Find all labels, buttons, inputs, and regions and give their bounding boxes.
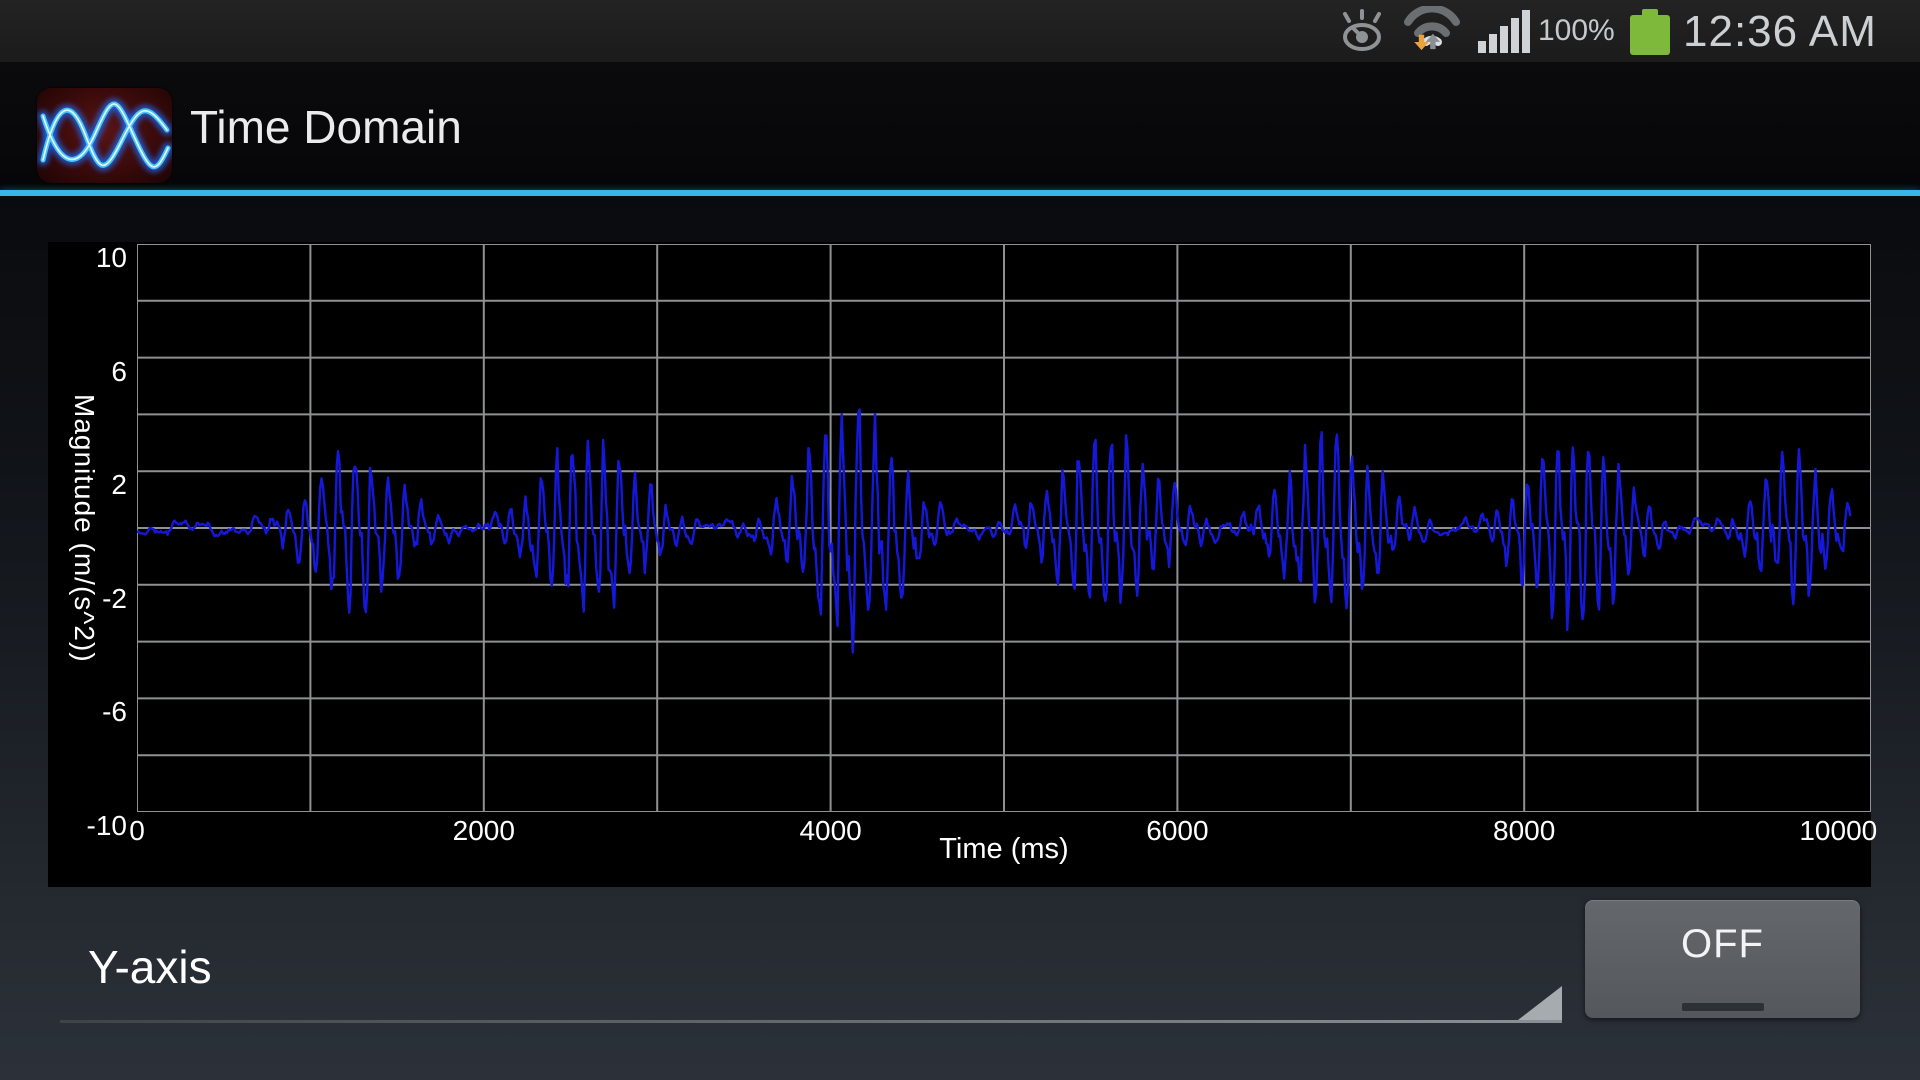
status-bar: 100% 12:36 AM (0, 0, 1920, 62)
action-bar: Time Domain (0, 62, 1920, 190)
battery-icon (1630, 9, 1670, 55)
spinner-dropdown-triangle-icon (1518, 986, 1562, 1020)
clock: 12:36 AM (1683, 0, 1877, 62)
y-tick-label: -10 (48, 811, 127, 841)
toggle-state-indicator (1682, 1003, 1764, 1011)
battery-percent: 100% (1538, 0, 1615, 62)
spinner-selected-value: Y-axis (88, 940, 212, 994)
y-tick-label: -2 (48, 584, 127, 614)
android-screen: 100% 12:36 AM Time Domain (0, 0, 1920, 1080)
app-icon (37, 88, 172, 183)
off-toggle-button[interactable]: OFF (1585, 900, 1860, 1018)
time-domain-plot (137, 244, 1871, 812)
toggle-label: OFF (1585, 922, 1860, 967)
spinner-underline (60, 1020, 1562, 1023)
y-axis-spinner[interactable]: Y-axis (60, 936, 1562, 1028)
y-tick-label: 2 (48, 470, 127, 500)
x-axis-label: Time (ms) (137, 833, 1871, 865)
chart-panel: Magnitude (m/(s^2)) 02000400060008000100… (48, 242, 1871, 887)
y-tick-label: 6 (48, 357, 127, 387)
wifi-traffic-icon (1402, 0, 1462, 62)
y-tick-label: 10 (48, 243, 127, 273)
signal-strength-icon (1478, 0, 1532, 62)
main-content: Magnitude (m/(s^2)) 02000400060008000100… (0, 196, 1920, 1080)
y-tick-label: -6 (48, 697, 127, 727)
smart-stay-eye-icon (1337, 0, 1387, 62)
app-title: Time Domain (190, 62, 462, 190)
